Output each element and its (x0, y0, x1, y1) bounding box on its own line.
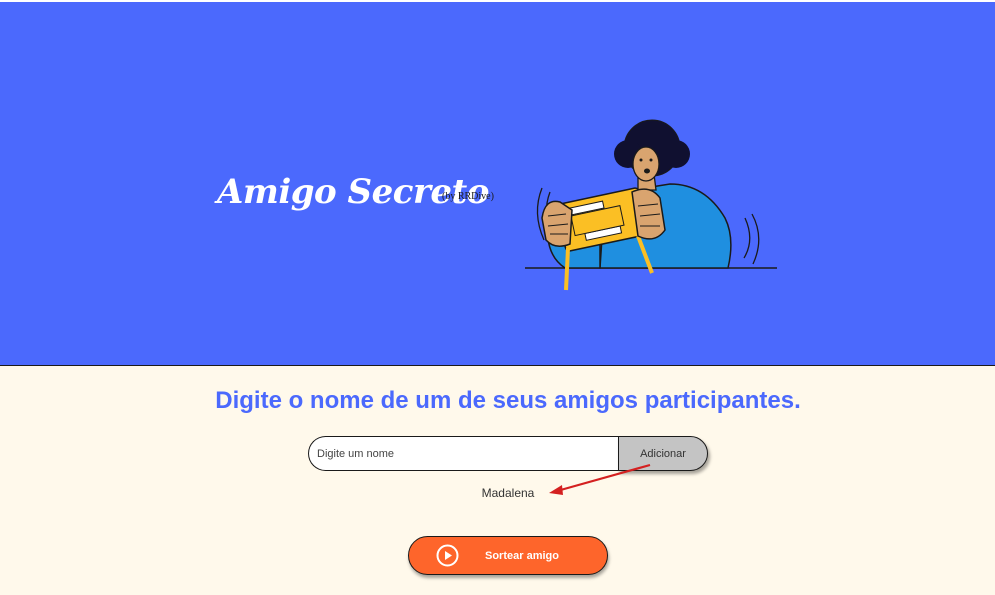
annotation-arrow-icon (549, 463, 651, 495)
hero-banner: Amigo Secreto (by RRDive) (0, 0, 995, 366)
top-border (0, 0, 995, 2)
draw-button-label: Sortear amigo (485, 550, 559, 562)
draw-friend-button[interactable]: Sortear amigo (408, 536, 608, 575)
section-subtitle: Digite o nome de um de seus amigos parti… (215, 387, 801, 414)
person-playing-console-illustration (525, 119, 777, 291)
byline: (by RRDive) (442, 191, 494, 202)
play-circle-icon (436, 544, 459, 567)
